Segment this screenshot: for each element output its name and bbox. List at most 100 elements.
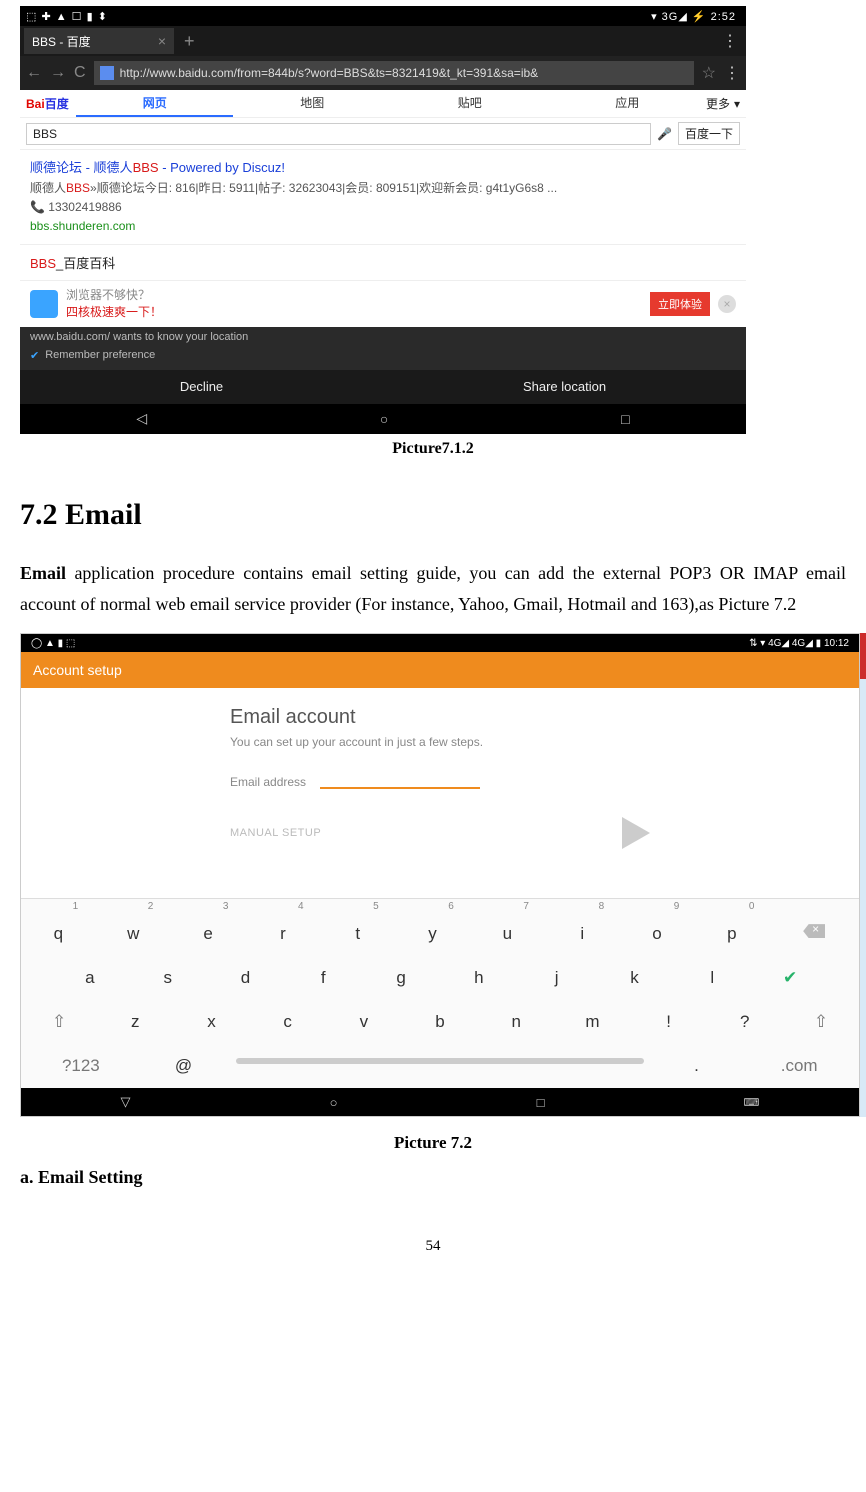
status-icons-right-2: ⇅ ▾ 4G◢ 4G◢ ▮ 10:12 (749, 638, 849, 649)
key-r[interactable]: r (245, 912, 320, 956)
reload-icon[interactable]: C (74, 64, 86, 82)
remember-preference-row[interactable]: ✔ Remember preference (20, 347, 746, 370)
chevron-down-icon: ▾ (734, 97, 740, 111)
key-v[interactable]: v (326, 1000, 402, 1044)
key-hint: 9 (622, 899, 697, 912)
baidu-search-row: BBS 🎤 百度一下 (20, 118, 746, 150)
search-result-2[interactable]: BBS_百度百科 (20, 245, 746, 280)
search-button[interactable]: 百度一下 (678, 122, 740, 145)
bookmark-icon[interactable]: ☆ (702, 63, 716, 83)
share-location-button[interactable]: Share location (383, 370, 746, 404)
promo-cta-button[interactable]: 立即体验 (650, 292, 710, 316)
key-h[interactable]: h (440, 956, 518, 1000)
page-content: Bai百度 网页 地图 贴吧 应用 更多▾ BBS 🎤 百度一下 顺德论坛 - … (20, 90, 746, 327)
next-button-icon[interactable] (622, 817, 650, 849)
key-k[interactable]: k (596, 956, 674, 1000)
android-nav-bar: ◁ ○ □ (20, 404, 746, 434)
key-s[interactable]: s (129, 956, 207, 1000)
result-url[interactable]: bbs.shunderen.com (30, 217, 736, 236)
url-text: http://www.baidu.com/from=844b/s?word=BB… (120, 66, 539, 80)
status-icons-left-2: ◯ ▲ ▮ ⬚ (31, 638, 75, 649)
back-icon[interactable]: ← (26, 64, 42, 82)
key-enter[interactable]: ✔ (751, 956, 829, 1000)
key-at[interactable]: @ (141, 1044, 227, 1088)
new-tab-icon[interactable]: + (184, 31, 195, 52)
baidu-logo[interactable]: Bai百度 (20, 95, 76, 112)
email-input[interactable] (320, 769, 480, 789)
baidu-tab-more[interactable]: 更多▾ (706, 95, 746, 112)
search-result-1[interactable]: 顺德论坛 - 顺德人BBS - Powered by Discuz! 顺德人BB… (20, 150, 746, 245)
close-tab-icon[interactable]: × (158, 33, 166, 49)
key-l[interactable]: l (673, 956, 751, 1000)
nav-home-icon[interactable]: ○ (330, 1095, 338, 1110)
key-p[interactable]: p (694, 912, 769, 956)
key-f[interactable]: f (284, 956, 362, 1000)
manual-setup-button[interactable]: MANUAL SETUP (230, 827, 321, 839)
key-hint: 2 (96, 899, 171, 912)
setup-subtitle: You can set up your account in just a fe… (230, 735, 650, 749)
checkbox-icon[interactable]: ✔ (30, 349, 39, 362)
key-backspace[interactable] (769, 912, 859, 956)
baidu-tab-tieba[interactable]: 贴吧 (391, 90, 548, 117)
result-title[interactable]: 顺德论坛 - 顺德人BBS - Powered by Discuz! (30, 158, 736, 179)
baidu-tab-web[interactable]: 网页 (76, 90, 233, 117)
baidu-header: Bai百度 网页 地图 贴吧 应用 更多▾ (20, 90, 746, 118)
key-y[interactable]: y (395, 912, 470, 956)
key-hint: 4 (246, 899, 321, 912)
key-shift[interactable]: ⇧ (21, 1000, 97, 1044)
promo-line-2: 四核极速爽一下！ (66, 304, 642, 321)
promo-line-1: 浏览器不够快？ (66, 287, 642, 304)
key-hint: 0 (697, 899, 772, 912)
key-j[interactable]: j (518, 956, 596, 1000)
key-g[interactable]: g (362, 956, 440, 1000)
url-bar[interactable]: http://www.baidu.com/from=844b/s?word=BB… (94, 61, 694, 85)
key-symbols[interactable]: ?123 (21, 1044, 141, 1088)
nav-recents-icon[interactable]: □ (621, 411, 629, 427)
key-m[interactable]: m (554, 1000, 630, 1044)
key-period[interactable]: . (654, 1044, 740, 1088)
promo-close-icon[interactable]: × (718, 295, 736, 313)
keyboard-switch-icon[interactable]: ⌨ (744, 1096, 760, 1109)
search-input[interactable]: BBS (26, 123, 651, 145)
key-w[interactable]: w (96, 912, 171, 956)
key-e[interactable]: e (171, 912, 246, 956)
key-b[interactable]: b (402, 1000, 478, 1044)
screenshot-browser: ⬚ ✚ ▲ ☐ ▮ ⬍ ▾ 3G◢ ⚡ 2:52 BBS - 百度 × + ⋮ … (20, 6, 746, 434)
decline-button[interactable]: Decline (20, 370, 383, 404)
key-d[interactable]: d (207, 956, 285, 1000)
subsection-heading: a. Email Setting (20, 1167, 846, 1188)
key-n[interactable]: n (478, 1000, 554, 1044)
nav-home-icon[interactable]: ○ (380, 411, 388, 427)
nav-back-icon[interactable]: ▽ (121, 1094, 131, 1110)
key-o[interactable]: o (620, 912, 695, 956)
key-c[interactable]: c (250, 1000, 326, 1044)
key-i[interactable]: i (545, 912, 620, 956)
baidu-tab-app[interactable]: 应用 (548, 90, 705, 117)
status-icons-left: ⬚ ✚ ▲ ☐ ▮ ⬍ (26, 11, 108, 23)
key-t[interactable]: t (320, 912, 395, 956)
key-z[interactable]: z (97, 1000, 173, 1044)
nav-back-icon[interactable]: ◁ (136, 410, 147, 427)
key-a[interactable]: a (51, 956, 129, 1000)
nav-recents-icon[interactable]: □ (537, 1095, 545, 1110)
baidu-tab-map[interactable]: 地图 (233, 90, 390, 117)
result-phone[interactable]: 📞 13302419886 (30, 198, 736, 217)
browser-tab[interactable]: BBS - 百度 × (24, 28, 174, 54)
backspace-icon (803, 924, 825, 938)
key-space[interactable] (226, 1044, 654, 1088)
tab-menu-icon[interactable]: ⋮ (722, 31, 738, 51)
key-question[interactable]: ? (707, 1000, 783, 1044)
key-u[interactable]: u (470, 912, 545, 956)
key-dotcom[interactable]: .com (739, 1044, 859, 1088)
figure-caption-2: Picture 7.2 (20, 1133, 846, 1153)
promo-banner: 浏览器不够快？ 四核极速爽一下！ 立即体验 × (20, 280, 746, 327)
tab-title: BBS - 百度 (32, 33, 91, 50)
key-exclaim[interactable]: ! (631, 1000, 707, 1044)
key-q[interactable]: q (21, 912, 96, 956)
key-shift-right[interactable]: ⇧ (783, 1000, 859, 1044)
section-heading: 7.2 Email (20, 498, 846, 532)
browser-menu-icon[interactable]: ⋮ (724, 63, 740, 83)
screenshot-email-setup: ◯ ▲ ▮ ⬚ ⇅ ▾ 4G◢ 4G◢ ▮ 10:12 Account setu… (20, 633, 860, 1117)
voice-search-icon[interactable]: 🎤 (657, 127, 672, 141)
key-x[interactable]: x (173, 1000, 249, 1044)
